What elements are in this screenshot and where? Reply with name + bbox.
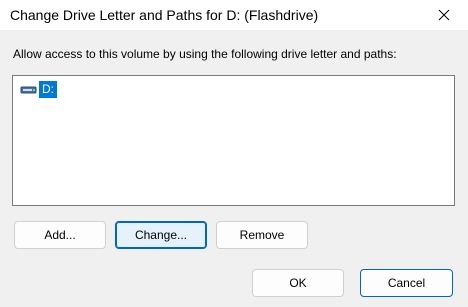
list-item[interactable]: D: <box>20 81 57 98</box>
drive-icon <box>20 86 37 93</box>
paths-listbox[interactable]: D: <box>12 75 455 206</box>
window-title: Change Drive Letter and Paths for D: (Fl… <box>10 7 319 23</box>
close-button[interactable] <box>420 0 468 30</box>
change-button[interactable]: Change... <box>115 221 207 249</box>
add-button[interactable]: Add... <box>14 221 106 249</box>
ok-button[interactable]: OK <box>252 269 344 297</box>
title-bar: Change Drive Letter and Paths for D: (Fl… <box>0 0 468 30</box>
list-item-label: D: <box>39 81 57 98</box>
cancel-button[interactable]: Cancel <box>360 269 453 297</box>
remove-button[interactable]: Remove <box>216 221 308 249</box>
close-icon <box>438 9 450 21</box>
instruction-text: Allow access to this volume by using the… <box>13 47 397 61</box>
